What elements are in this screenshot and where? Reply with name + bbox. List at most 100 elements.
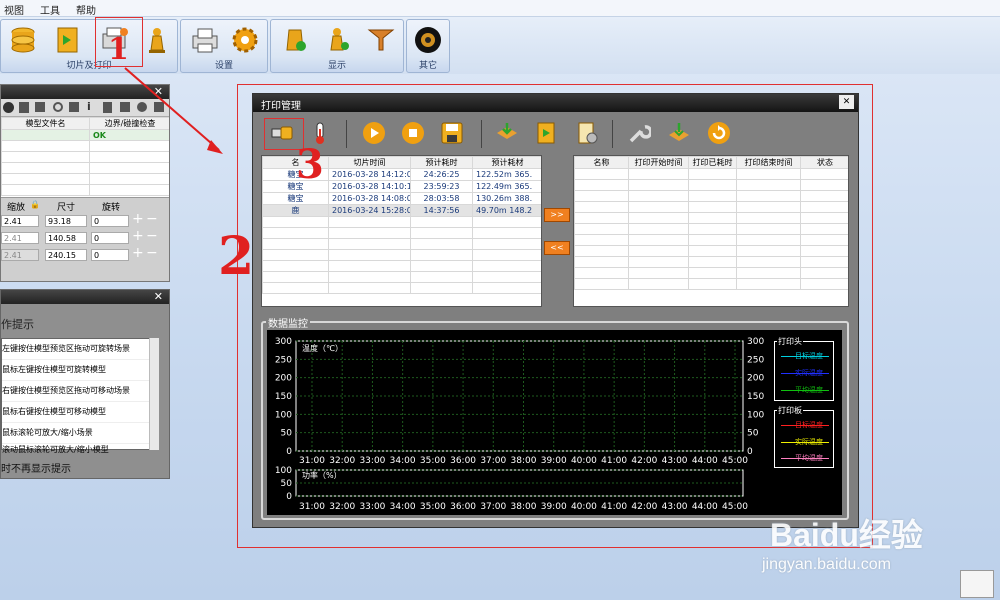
scale-x-input[interactable]: 2.41 xyxy=(1,215,39,227)
model-display-icon[interactable] xyxy=(279,24,311,56)
temp-xtick: 43:00 xyxy=(662,456,688,466)
size-z-input[interactable]: 240.15 xyxy=(45,249,87,261)
dialog-close-button[interactable]: ✕ xyxy=(839,95,854,109)
move-right-button[interactable]: >> xyxy=(544,208,570,222)
table-row[interactable]: 鹿 2016-03-24 15:28:01 14:37:56 49.70m 148.2 xyxy=(262,204,541,217)
tip-item: 左键按住模型预览区拖动可旋转场景 xyxy=(2,339,158,360)
lock-icon[interactable]: 🔒 xyxy=(30,200,40,209)
model-view-icon[interactable] xyxy=(321,24,353,56)
plus-button[interactable]: + xyxy=(132,245,144,261)
tip-item: 鼠标滚轮可放大/缩小场景 xyxy=(2,423,158,444)
temp-ytick-left: 150 xyxy=(275,392,292,402)
col-est-material: 预计耗材 xyxy=(472,156,541,169)
level-bed-icon[interactable] xyxy=(667,121,691,145)
rotate-x-input[interactable]: 0 xyxy=(91,215,129,227)
legend-head-title: 打印头 xyxy=(777,336,803,347)
size-y-input[interactable]: 140.58 xyxy=(45,232,87,244)
ribbon-group-label: 显示 xyxy=(327,61,346,71)
legend-bed: 打印板 目标温度 实际温度 平均温度 xyxy=(774,405,834,468)
temp-ytick-left: 50 xyxy=(281,429,293,439)
tips-scrollbar[interactable] xyxy=(149,338,159,450)
slice-file-icon[interactable] xyxy=(51,24,83,56)
refresh-icon[interactable] xyxy=(707,121,731,145)
table-row[interactable]: 糖宝 2016-03-28 14:08:08 28:03:58 130.26m 388… xyxy=(262,192,541,205)
minus-button[interactable]: − xyxy=(146,228,158,244)
stop-icon[interactable] xyxy=(401,121,425,145)
temp-ytick-left: 0 xyxy=(286,447,292,457)
file-settings-icon[interactable] xyxy=(575,121,599,145)
power-xtick: 42:00 xyxy=(631,502,657,512)
col-est-time: 预计耗时 xyxy=(410,156,473,169)
legend-head: 打印头 目标温度 实际温度 平均温度 xyxy=(774,336,834,401)
legend-item: 目标温度 xyxy=(795,421,823,429)
printer-settings-icon[interactable] xyxy=(189,24,221,56)
usb-connect-icon[interactable] xyxy=(270,121,294,145)
target-icon[interactable] xyxy=(53,102,63,112)
power-xtick: 31:00 xyxy=(299,502,325,512)
power-xtick: 37:00 xyxy=(480,502,506,512)
ribbon-group-other: 其它 xyxy=(406,19,450,73)
toolbar-separator xyxy=(346,120,347,148)
info-icon[interactable]: i xyxy=(87,100,91,113)
minus-button[interactable]: − xyxy=(146,245,158,261)
scale-z-input[interactable]: 2.41 xyxy=(1,249,39,261)
scale-y-input[interactable]: 2.41 xyxy=(1,232,39,244)
power-xtick: 40:00 xyxy=(571,502,597,512)
power-plot-frame xyxy=(295,469,744,497)
support-icon[interactable] xyxy=(365,24,397,56)
temp-xtick: 40:00 xyxy=(571,456,597,466)
temp-xtick: 42:00 xyxy=(631,456,657,466)
play-icon[interactable] xyxy=(362,121,386,145)
power-xtick: 34:00 xyxy=(390,502,416,512)
wrench-icon[interactable] xyxy=(627,121,651,145)
legend-bed-title: 打印板 xyxy=(777,405,803,416)
camera-icon[interactable] xyxy=(412,24,444,56)
monitor-chart-area: 300 300 250 250 200 200 150 150 100 100 50 50 0 0 31:0… xyxy=(267,330,842,515)
watermark-url: jingyan.baidu.com xyxy=(762,556,891,573)
temp-xtick: 35:00 xyxy=(420,456,446,466)
download-icon[interactable] xyxy=(69,102,79,112)
close-icon[interactable]: ✕ xyxy=(154,290,163,304)
temp-xtick: 31:00 xyxy=(299,456,325,466)
temp-xtick: 45:00 xyxy=(722,456,748,466)
legend-item: 平均温度 xyxy=(795,386,823,394)
plus-button[interactable]: + xyxy=(132,211,144,227)
dont-show-checkbox-label[interactable]: 时不再显示提示 xyxy=(1,460,71,475)
tips-titlebar: ✕ xyxy=(1,290,169,304)
col-model-name: 模型文件名 xyxy=(1,117,90,130)
temp-ylabel: 温度（℃） xyxy=(302,343,343,353)
trash-icon[interactable] xyxy=(103,102,112,113)
power-xtick: 45:00 xyxy=(722,502,748,512)
power-xtick: 38:00 xyxy=(511,502,537,512)
power-xtick: 36:00 xyxy=(450,502,476,512)
gear-icon[interactable] xyxy=(229,24,261,56)
size-x-input[interactable]: 93.18 xyxy=(45,215,87,227)
transform-area: 缩放 🔒 尺寸 旋转 2.41 93.18 0 + − 2.41 140.58 … xyxy=(1,197,169,281)
menu-view[interactable]: 视图 xyxy=(4,2,24,17)
import-icon[interactable] xyxy=(495,121,519,145)
table-row xyxy=(1,173,169,185)
power-xtick: 44:00 xyxy=(692,502,718,512)
print-queue-table: 名称 打印开始时间 打印已耗时 打印结束时间 状态 xyxy=(573,155,849,307)
scale-header: 缩放 xyxy=(7,203,26,213)
slice-export-icon[interactable] xyxy=(534,121,558,145)
minus-button[interactable]: − xyxy=(146,211,158,227)
menu-help[interactable]: 帮助 xyxy=(76,2,96,17)
move-left-button[interactable]: << xyxy=(544,241,570,255)
rotate-y-input[interactable]: 0 xyxy=(91,232,129,244)
power-xtick: 33:00 xyxy=(359,502,385,512)
remove-icon[interactable] xyxy=(3,102,14,113)
temp-xtick: 34:00 xyxy=(390,456,416,466)
copy-icon[interactable] xyxy=(19,102,29,113)
database-icon[interactable] xyxy=(7,24,39,56)
chess-piece-icon[interactable] xyxy=(141,24,173,56)
save-icon[interactable] xyxy=(440,121,464,145)
annotation-number-3: 3 xyxy=(296,141,324,188)
plus-button[interactable]: + xyxy=(132,228,144,244)
menu-tools[interactable]: 工具 xyxy=(40,2,60,17)
col-print-end: 打印结束时间 xyxy=(736,156,801,169)
power-xtick: 39:00 xyxy=(541,502,567,512)
rotate-z-input[interactable]: 0 xyxy=(91,249,129,261)
grid-icon[interactable] xyxy=(35,102,45,112)
power-xtick: 43:00 xyxy=(662,502,688,512)
